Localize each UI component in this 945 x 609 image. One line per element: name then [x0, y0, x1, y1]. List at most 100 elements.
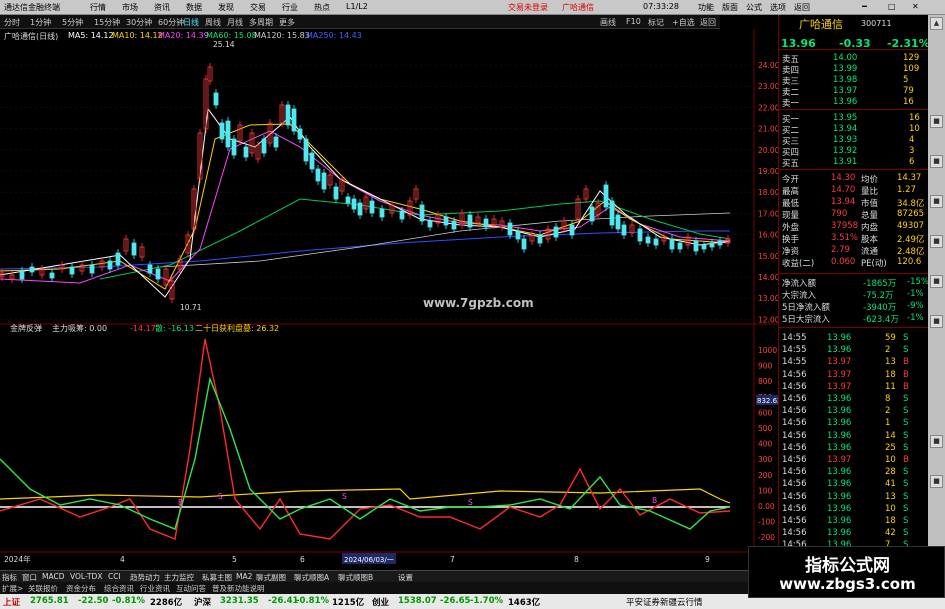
trade-login-link[interactable]: 交易未登录	[508, 2, 548, 13]
sidebar-btn-3-icon[interactable]: ■	[930, 195, 943, 208]
menu-faxian[interactable]: 发现	[218, 2, 234, 13]
menu-zixun[interactable]: 资讯	[154, 2, 170, 13]
indicator-tick-label: 200	[758, 471, 773, 480]
sidebar-btn-6-icon[interactable]: ■	[930, 315, 943, 328]
tick-volume: 13	[885, 357, 896, 368]
cy-index-label[interactable]: 创业	[372, 596, 389, 608]
extension-tab[interactable]: 关联报价	[28, 583, 58, 594]
high-price-annotation: 25.14	[213, 40, 235, 49]
tick-volume: 2	[885, 345, 891, 356]
period-30min[interactable]: 30分钟	[126, 17, 152, 28]
sidebar-btn-2-icon[interactable]: ■	[930, 155, 943, 168]
tick-price: 13.97	[827, 455, 852, 465]
stock-link[interactable]: 广哈通信	[562, 2, 594, 13]
period-multi[interactable]: 多周期	[249, 17, 273, 28]
minimize-icon[interactable]: ━	[862, 2, 867, 11]
sidebar-btn-7-icon[interactable]: ■	[930, 435, 943, 448]
menu-fanhui[interactable]: 返回	[794, 2, 810, 13]
tick-time: 14:56	[782, 442, 807, 453]
period-1min[interactable]: 1分钟	[30, 17, 51, 28]
price-tick-label: 18.00	[758, 188, 778, 197]
menu-redian[interactable]: 热点	[314, 2, 330, 13]
candle-body	[273, 136, 279, 148]
indicator-tab[interactable]: MACD	[42, 572, 64, 581]
sidebar-btn-4-icon[interactable]: ■	[930, 235, 943, 248]
tick-side: S	[903, 479, 909, 490]
extension-tab[interactable]: 扩展>	[2, 583, 23, 594]
tick-side: B	[903, 381, 909, 392]
add-watch-button[interactable]: +自选	[672, 17, 695, 28]
tick-side: S	[903, 528, 909, 539]
menu-l1l2[interactable]: L1/L2	[346, 2, 368, 11]
extension-tab[interactable]: 资金分布	[66, 583, 96, 594]
price-tick-label: 20.00	[758, 146, 778, 155]
ask-price: 13.98	[833, 75, 858, 85]
candle-body	[427, 220, 433, 228]
stat-label: 均价	[861, 175, 879, 185]
stat-label: 总量	[861, 211, 879, 221]
right-sidebar-scroll[interactable]: ▲ ■ ■ ■ ■ ■ ■ ■ ■	[928, 15, 945, 570]
maximize-icon[interactable]: □	[888, 2, 896, 11]
period-15min[interactable]: 15分钟	[94, 17, 120, 28]
indicator-tab[interactable]: VOL-TDX	[70, 572, 102, 581]
tick-price: 13.97	[827, 357, 852, 368]
period-daily[interactable]: 日线	[183, 17, 199, 28]
menu-gongneng[interactable]: 功能	[698, 2, 714, 13]
stat-label: 外盘	[782, 223, 800, 233]
close-icon[interactable]: ✕	[912, 2, 919, 11]
sidebar-btn-8-icon[interactable]: ■	[930, 475, 943, 488]
broker-name: 平安证券新疆云行情	[626, 598, 703, 608]
flow-value: -1865万	[863, 279, 897, 289]
extension-tab[interactable]: 行业资讯	[140, 583, 170, 594]
period-monthly[interactable]: 月线	[227, 17, 243, 28]
back-button[interactable]: 返回	[700, 17, 716, 28]
menu-xuanxiang[interactable]: 选项	[770, 2, 786, 13]
extension-tab[interactable]: 综合资讯	[104, 583, 134, 594]
ask-volume: 5	[903, 75, 909, 85]
candle-body	[553, 226, 559, 238]
flow-value: -75.2万	[863, 291, 894, 301]
candle-body	[131, 242, 137, 256]
draw-tool[interactable]: 画线	[600, 17, 616, 28]
sidebar-btn-1-icon[interactable]: ■	[930, 115, 943, 128]
tick-price: 13.96	[827, 430, 852, 441]
menu-hangye[interactable]: 行业	[282, 2, 298, 13]
mark-button[interactable]: 标记	[648, 17, 664, 28]
f10-button[interactable]: F10	[626, 17, 641, 26]
signal-marker: B	[178, 498, 183, 507]
tick-time: 14:56	[782, 406, 807, 417]
period-fenshi[interactable]: 分时	[4, 17, 20, 28]
sh-index-label[interactable]: 上证	[3, 596, 20, 608]
indicator-tick-label: 800	[758, 377, 773, 386]
period-5min[interactable]: 5分钟	[62, 17, 83, 28]
tick-side: B	[903, 455, 909, 465]
period-weekly[interactable]: 周线	[205, 17, 221, 28]
hs-index-label[interactable]: 沪深	[194, 596, 211, 608]
menu-banmian[interactable]: 版面	[722, 2, 738, 13]
indicator-tab[interactable]: CCI	[108, 572, 121, 581]
menu-jiaoyi[interactable]: 交易	[250, 2, 266, 13]
kline-chart-area[interactable]: 24.00 23.00 22.00 21.00 20.00 19.00 18.00 17.00…	[0, 29, 778, 570]
stat-label: PE(动)	[861, 259, 887, 269]
candle-body	[569, 224, 575, 236]
sidebar-btn-5-icon[interactable]: ■	[930, 275, 943, 288]
bid-price: 13.91	[833, 157, 858, 167]
indicator-tick-label: 1000	[758, 346, 777, 355]
extension-tab[interactable]: 互动问答	[176, 583, 206, 594]
stat-value: 120.6	[897, 257, 922, 267]
menu-shichang[interactable]: 市场	[122, 2, 138, 13]
quote-panel: 广哈通信 300711 13.96 -0.33 -2.31% 卖五 14.00 129 卖四 13…	[778, 15, 930, 570]
period-toolbar: 分时 1分钟 5分钟 15分钟 30分钟 60分钟 日线 周线 月线 多周期 更…	[0, 15, 720, 29]
period-60min[interactable]: 60分钟	[158, 17, 184, 28]
period-more[interactable]: 更多	[279, 17, 295, 28]
menu-gongshi[interactable]: 公式	[746, 2, 762, 13]
indicator-tick-label: 900	[758, 362, 773, 371]
menu-shuju[interactable]: 数据	[186, 2, 202, 13]
stat-value: 49307	[897, 221, 925, 231]
tick-price: 13.96	[827, 442, 852, 453]
menu-hangqing[interactable]: 行情	[90, 2, 106, 13]
tick-time: 14:56	[782, 430, 807, 441]
extension-tab[interactable]: 普及新功能说明	[212, 583, 265, 594]
sidebar-btn-up-icon[interactable]: ▲	[930, 17, 943, 30]
indicator-tab[interactable]: MA2	[236, 572, 252, 581]
